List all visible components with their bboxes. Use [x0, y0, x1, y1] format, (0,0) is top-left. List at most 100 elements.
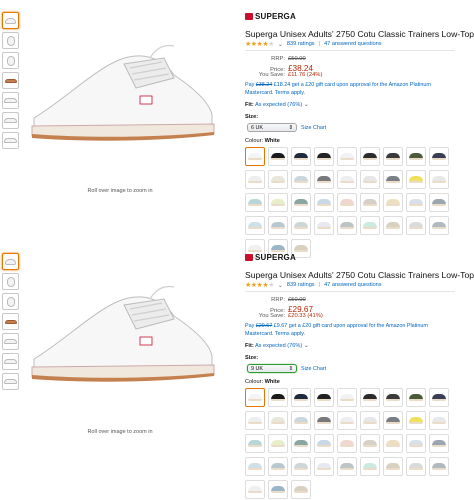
thumbnail-6[interactable] [2, 353, 19, 370]
answered-questions-link[interactable]: 47 answered questions [324, 282, 382, 288]
colour-swatch[interactable] [337, 434, 357, 453]
thumbnail-2[interactable] [2, 32, 19, 49]
thumbnail-2[interactable] [2, 273, 19, 290]
colour-swatch[interactable] [429, 170, 449, 189]
colour-swatch[interactable] [291, 147, 311, 166]
colour-swatch[interactable] [268, 147, 288, 166]
colour-swatch[interactable] [360, 388, 380, 407]
thumbnail-4[interactable] [2, 72, 19, 89]
promo-offer[interactable]: Pay £38.24 £18.24 get a £20 gift card up… [245, 82, 450, 97]
colour-swatch[interactable] [360, 434, 380, 453]
colour-swatch[interactable] [268, 434, 288, 453]
ratings-link[interactable]: 839 ratings [287, 41, 315, 47]
colour-swatch[interactable] [429, 411, 449, 430]
colour-swatch[interactable] [383, 216, 403, 235]
colour-swatch[interactable] [291, 388, 311, 407]
ratings-link[interactable]: 839 ratings [287, 282, 315, 288]
colour-swatch[interactable] [360, 193, 380, 212]
colour-swatch[interactable] [406, 434, 426, 453]
colour-swatch[interactable] [429, 147, 449, 166]
colour-swatch[interactable] [245, 434, 265, 453]
thumbnail-1[interactable] [2, 253, 19, 270]
brand-logo[interactable]: SUPERGA [245, 253, 296, 262]
colour-swatch[interactable] [245, 480, 265, 499]
colour-swatch[interactable] [291, 434, 311, 453]
colour-swatch[interactable] [383, 411, 403, 430]
colour-swatch[interactable] [337, 457, 357, 476]
colour-swatch[interactable] [406, 411, 426, 430]
colour-swatch[interactable] [245, 193, 265, 212]
colour-swatch[interactable] [268, 411, 288, 430]
colour-swatch[interactable] [429, 388, 449, 407]
colour-swatch[interactable] [337, 388, 357, 407]
size-chart-link[interactable]: Size Chart [301, 125, 326, 131]
size-select[interactable]: 6 UK ⇕ [247, 123, 297, 132]
colour-swatch[interactable] [429, 193, 449, 212]
answered-questions-link[interactable]: 47 answered questions [324, 41, 382, 47]
colour-swatch[interactable] [314, 388, 334, 407]
colour-swatch[interactable] [360, 170, 380, 189]
colour-swatch[interactable] [314, 170, 334, 189]
thumbnail-3[interactable] [2, 293, 19, 310]
colour-swatch[interactable] [245, 411, 265, 430]
chevron-down-icon[interactable]: ⌄ [304, 102, 309, 108]
colour-swatch[interactable] [314, 147, 334, 166]
colour-swatch[interactable] [337, 193, 357, 212]
colour-swatch[interactable] [406, 457, 426, 476]
colour-swatch[interactable] [245, 388, 265, 407]
colour-swatch[interactable] [268, 480, 288, 499]
colour-swatch[interactable] [337, 216, 357, 235]
chevron-down-icon[interactable]: ⌄ [278, 282, 283, 289]
colour-swatch[interactable] [337, 147, 357, 166]
colour-swatch[interactable] [268, 193, 288, 212]
colour-swatch[interactable] [406, 193, 426, 212]
thumbnail-5[interactable] [2, 333, 19, 350]
colour-swatch[interactable] [406, 170, 426, 189]
colour-swatch[interactable] [406, 388, 426, 407]
colour-swatch[interactable] [429, 457, 449, 476]
colour-swatch[interactable] [291, 411, 311, 430]
colour-swatch[interactable] [406, 216, 426, 235]
thumbnail-7[interactable] [2, 373, 19, 390]
colour-swatch[interactable] [383, 434, 403, 453]
size-select[interactable]: 9 UK ⇕ [247, 364, 297, 373]
colour-swatch[interactable] [383, 457, 403, 476]
thumbnail-5[interactable] [2, 92, 19, 109]
colour-swatch[interactable] [245, 147, 265, 166]
colour-swatch[interactable] [360, 216, 380, 235]
promo-offer[interactable]: Pay £29.67 £9.67 get a £20 gift card upo… [245, 323, 450, 338]
product-image[interactable] [24, 271, 219, 391]
colour-swatch[interactable] [245, 457, 265, 476]
colour-swatch[interactable] [291, 170, 311, 189]
colour-swatch[interactable] [314, 216, 334, 235]
colour-swatch[interactable] [383, 388, 403, 407]
colour-swatch[interactable] [245, 170, 265, 189]
chevron-down-icon[interactable]: ⌄ [278, 41, 283, 48]
colour-swatch[interactable] [291, 216, 311, 235]
colour-swatch[interactable] [429, 434, 449, 453]
colour-swatch[interactable] [268, 170, 288, 189]
colour-swatch[interactable] [337, 411, 357, 430]
colour-swatch[interactable] [429, 216, 449, 235]
colour-swatch[interactable] [314, 411, 334, 430]
colour-swatch[interactable] [291, 457, 311, 476]
colour-swatch[interactable] [314, 193, 334, 212]
size-chart-link[interactable]: Size Chart [301, 366, 326, 372]
colour-swatch[interactable] [245, 216, 265, 235]
colour-swatch[interactable] [291, 193, 311, 212]
star-rating-icon[interactable]: ★★★★★ [245, 40, 274, 48]
colour-swatch[interactable] [268, 457, 288, 476]
thumbnail-1[interactable] [2, 12, 19, 29]
colour-swatch[interactable] [360, 147, 380, 166]
colour-swatch[interactable] [268, 388, 288, 407]
thumbnail-3[interactable] [2, 52, 19, 69]
colour-swatch[interactable] [383, 147, 403, 166]
fit-value-link[interactable]: As expected (76%) [255, 102, 302, 108]
colour-swatch[interactable] [360, 457, 380, 476]
star-rating-icon[interactable]: ★★★★★ [245, 281, 274, 289]
colour-swatch[interactable] [383, 193, 403, 212]
colour-swatch[interactable] [337, 170, 357, 189]
brand-logo[interactable]: SUPERGA [245, 12, 296, 21]
colour-swatch[interactable] [383, 170, 403, 189]
colour-swatch[interactable] [291, 480, 311, 499]
